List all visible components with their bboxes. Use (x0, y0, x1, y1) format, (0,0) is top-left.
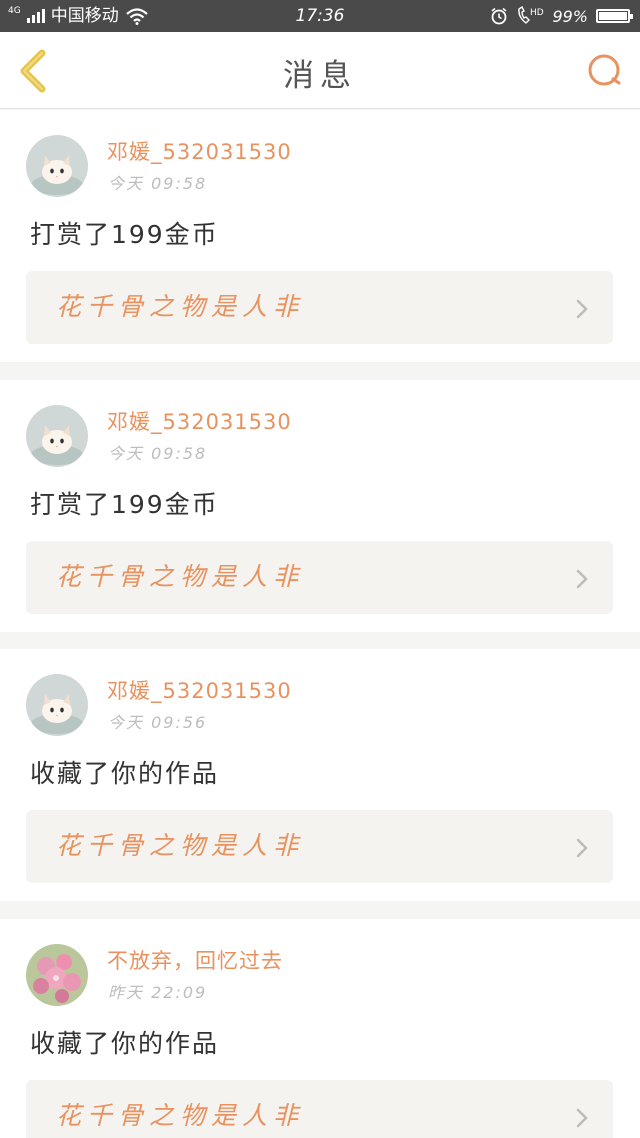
work-title: 花千骨之物是人非 (56, 831, 305, 860)
user-avatar[interactable] (26, 405, 88, 467)
chevron-right-icon (576, 569, 588, 589)
cat-avatar-icon (26, 674, 88, 736)
work-link[interactable]: 花千骨之物是人非 (26, 1080, 613, 1138)
battery-icon (596, 9, 633, 23)
battery-fill (599, 12, 627, 20)
message-card: 邓媛_532031530 今天 09:56 收藏了你的作品 花千骨之物是人非 (0, 649, 640, 901)
user-avatar[interactable] (26, 135, 88, 197)
message-time: 今天 09:58 (108, 174, 208, 193)
messages-screen: 4G 中国移动 17:36 HD 99% 消息 邓媛_532031530 今天 … (0, 0, 640, 1138)
search-icon (588, 54, 621, 86)
chevron-right-icon (576, 299, 588, 319)
work-link[interactable]: 花千骨之物是人非 (26, 541, 613, 614)
work-title: 花千骨之物是人非 (56, 1101, 305, 1130)
chevron-right-icon (576, 1108, 588, 1128)
status-right: HD 99% (490, 5, 633, 27)
status-bar: 4G 中国移动 17:36 HD 99% (0, 0, 640, 32)
chevron-right-icon (576, 838, 588, 858)
message-action: 收藏了你的作品 (30, 1029, 220, 1058)
message-action: 收藏了你的作品 (30, 759, 220, 788)
user-avatar[interactable] (26, 674, 88, 736)
message-card: 邓媛_532031530 今天 09:58 打赏了199金币 花千骨之物是人非 (0, 380, 640, 632)
page-title: 消息 (283, 58, 357, 94)
message-card: 邓媛_532031530 今天 09:58 打赏了199金币 花千骨之物是人非 (0, 110, 640, 362)
username[interactable]: 邓媛_532031530 (107, 677, 292, 705)
message-time: 昨天 22:09 (108, 983, 208, 1002)
work-link[interactable]: 花千骨之物是人非 (26, 271, 613, 344)
cat-avatar-icon (26, 135, 88, 197)
flower-avatar-icon (26, 944, 88, 1006)
call-hd-icon: HD (518, 6, 544, 24)
search-button[interactable] (586, 52, 624, 90)
cat-avatar-icon (26, 405, 88, 467)
svg-text:HD: HD (530, 8, 544, 18)
message-action: 打赏了199金币 (30, 220, 219, 249)
work-title: 花千骨之物是人非 (56, 562, 305, 591)
username[interactable]: 邓媛_532031530 (107, 138, 292, 166)
user-avatar[interactable] (26, 944, 88, 1006)
message-time: 今天 09:56 (108, 713, 208, 732)
message-time: 今天 09:58 (108, 444, 208, 463)
alarm-icon (491, 7, 507, 25)
username[interactable]: 邓媛_532031530 (107, 408, 292, 436)
header-bar: 消息 (0, 32, 640, 109)
message-action: 打赏了199金币 (30, 490, 219, 519)
message-card: 不放弃，回忆过去 昨天 22:09 收藏了你的作品 花千骨之物是人非 (0, 919, 640, 1138)
battery-percent: 99% (552, 6, 588, 26)
work-link[interactable]: 花千骨之物是人非 (26, 810, 613, 883)
username[interactable]: 不放弃，回忆过去 (107, 947, 283, 975)
work-title: 花千骨之物是人非 (56, 292, 305, 321)
